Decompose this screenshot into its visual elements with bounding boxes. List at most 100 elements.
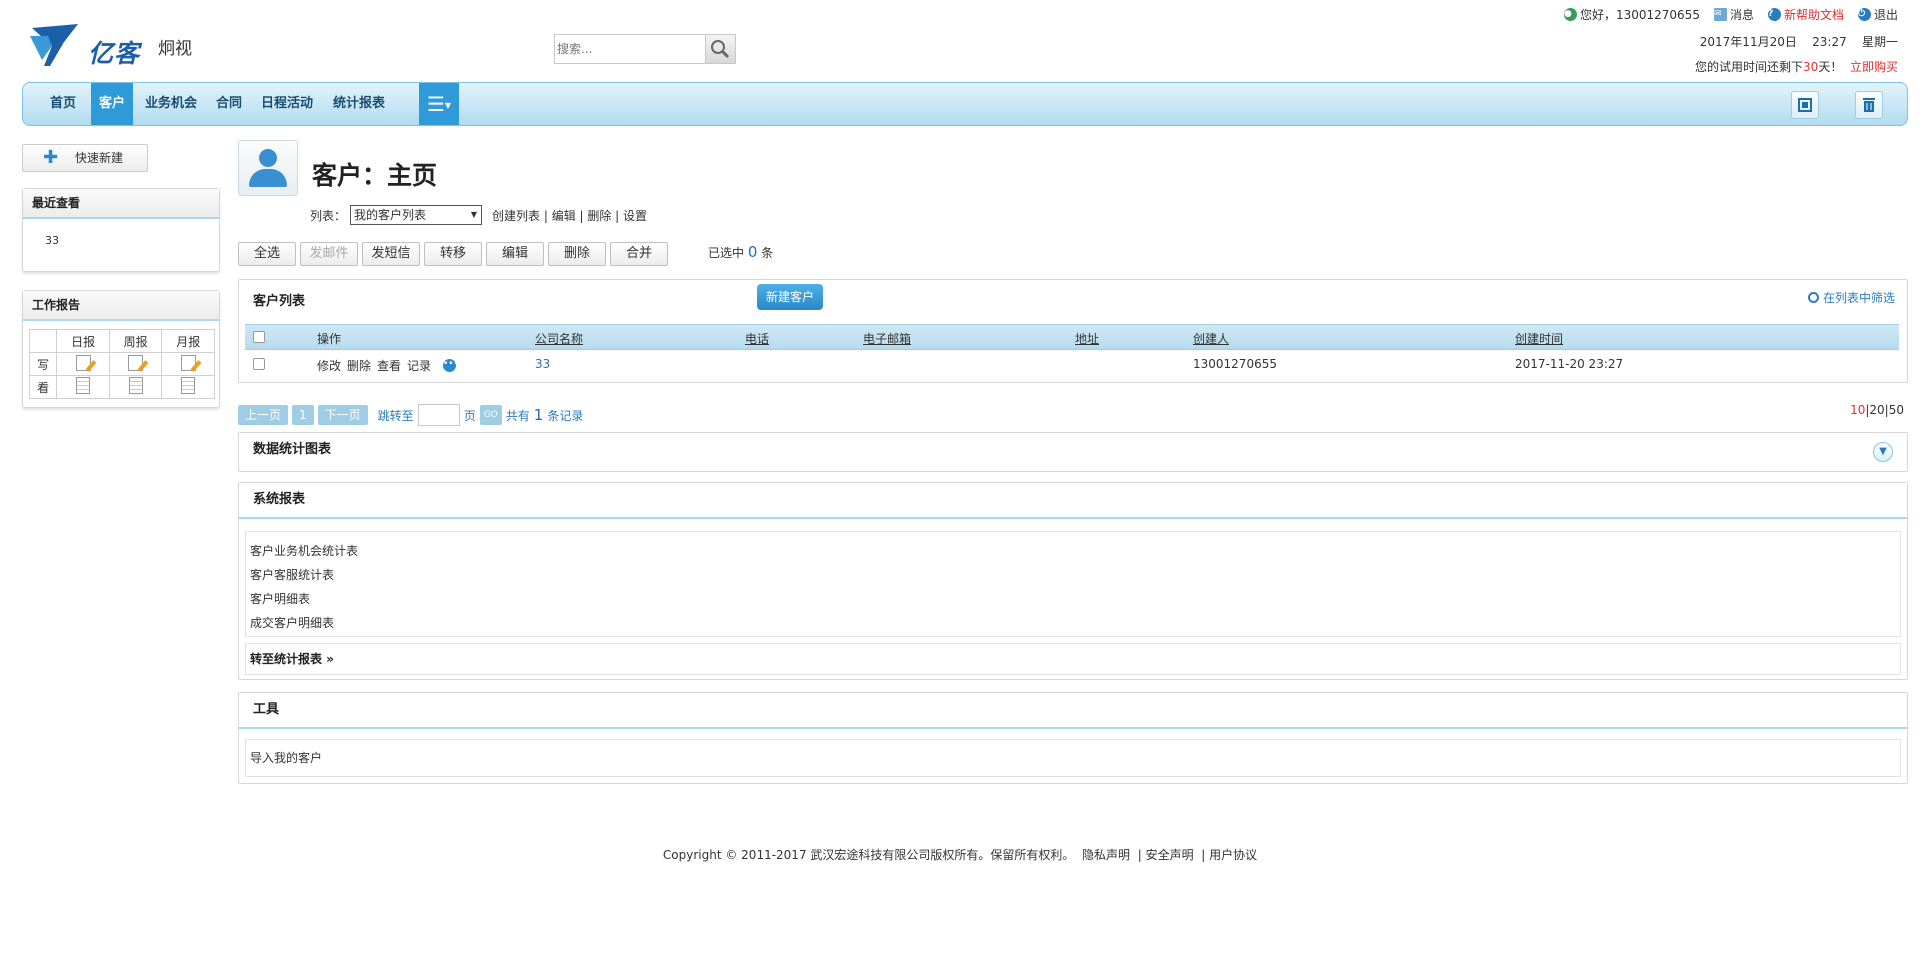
merge-button[interactable]: 合并 xyxy=(610,242,668,266)
date-line: 2017年11月20日 23:27 星期一 xyxy=(1700,33,1898,50)
current-weekday: 星期一 xyxy=(1861,35,1898,49)
write-monthly-button[interactable] xyxy=(161,352,215,376)
privacy-link[interactable]: 隐私声明 xyxy=(1082,848,1130,862)
total-suffix: 条记录 xyxy=(547,408,584,423)
col-creator[interactable]: 创建人 xyxy=(1193,330,1229,347)
expand-chevron-icon[interactable]: ▼ xyxy=(1873,442,1893,462)
help-icon: ? xyxy=(1767,8,1781,21)
recent-item[interactable]: 33 xyxy=(45,234,59,247)
mail-icon: ✉ xyxy=(1713,8,1727,21)
row-edit-link[interactable]: 修改 xyxy=(317,357,341,374)
send-sms-button[interactable]: 发短信 xyxy=(362,242,420,266)
main-nav: 首页 客户 业务机会 合同 日程活动 统计报表 ☰▼ xyxy=(22,82,1908,126)
page-size-20[interactable]: 20 xyxy=(1869,403,1884,417)
action-bar: 全选 发邮件 发短信 转移 编辑 删除 合并 xyxy=(238,242,668,266)
import-customers-link[interactable]: 导入我的客户 xyxy=(245,739,1901,777)
user-icon: ● xyxy=(1563,8,1577,21)
power-icon: ⏻ xyxy=(1857,8,1871,21)
row-checkbox[interactable] xyxy=(253,358,265,370)
trial-days: 30 xyxy=(1803,60,1819,74)
messages-link[interactable]: ✉ 消息 xyxy=(1713,6,1754,23)
page-size-10[interactable]: 10 xyxy=(1850,403,1865,417)
view-daily-button[interactable] xyxy=(56,375,110,399)
table-row: 修改 删除 查看 记录 ••• 33 13001270655 2017-11-2… xyxy=(245,352,1899,378)
report-link[interactable]: 客户客服统计表 xyxy=(250,566,334,583)
avatar-body xyxy=(249,169,287,187)
search-icon xyxy=(711,40,730,59)
tools-section: 工具 导入我的客户 xyxy=(238,692,1908,784)
logout-link[interactable]: ⏻ 退出 xyxy=(1857,6,1898,23)
list-links[interactable]: 创建列表 | 编辑 | 删除 | 设置 xyxy=(492,207,647,224)
row-view-link[interactable]: 查看 xyxy=(377,357,401,374)
total-count: 1 xyxy=(533,406,544,424)
report-link[interactable]: 成交客户明细表 xyxy=(250,614,334,631)
trash-button[interactable] xyxy=(1855,91,1883,119)
selected-prefix: 已选中 xyxy=(708,246,745,260)
prev-page-button[interactable]: 上一页 xyxy=(238,405,289,425)
agreement-link[interactable]: 用户协议 xyxy=(1209,848,1257,862)
write-daily-button[interactable] xyxy=(56,352,110,376)
document-icon xyxy=(128,377,143,394)
col-phone[interactable]: 电话 xyxy=(745,330,769,347)
logo[interactable]: 亿客 xyxy=(28,22,148,70)
nav-customers[interactable]: 客户 xyxy=(91,83,133,125)
work-report-title: 工作报告 xyxy=(23,291,219,321)
nav-reports[interactable]: 统计报表 xyxy=(325,83,393,125)
nav-opportunities[interactable]: 业务机会 xyxy=(137,83,205,125)
buy-now-link[interactable]: 立即购买 xyxy=(1850,60,1898,74)
report-link[interactable]: 客户业务机会统计表 xyxy=(250,542,358,559)
edit-button[interactable]: 编辑 xyxy=(486,242,544,266)
col-company[interactable]: 公司名称 xyxy=(535,330,583,347)
top-info-bar: ● 您好，13001270655 ✉ 消息 ? 新帮助文档 ⏻ 退出 xyxy=(1563,6,1898,23)
nav-home[interactable]: 首页 xyxy=(41,83,85,125)
nav-contracts[interactable]: 合同 xyxy=(209,83,249,125)
security-link[interactable]: 安全声明 xyxy=(1146,848,1194,862)
row-delete-link[interactable]: 删除 xyxy=(347,357,371,374)
current-time: 23:27 xyxy=(1812,35,1847,49)
work-report-table: 日报 周报 月报 写 看 xyxy=(28,329,215,399)
go-button[interactable]: GO xyxy=(479,405,502,425)
more-icon[interactable]: ••• xyxy=(443,359,459,372)
select-all-checkbox[interactable] xyxy=(253,331,265,343)
search-button[interactable] xyxy=(705,35,735,63)
list-select[interactable]: 我的客户列表 xyxy=(350,205,483,225)
report-col-weekly: 周报 xyxy=(108,329,163,353)
write-weekly-button[interactable] xyxy=(108,352,163,376)
delete-button[interactable]: 删除 xyxy=(548,242,606,266)
filter-in-list-link[interactable]: 在列表中筛选 xyxy=(1807,289,1895,306)
col-email[interactable]: 电子邮箱 xyxy=(863,330,911,347)
tools-title: 工具 xyxy=(239,693,1907,729)
quick-new-button[interactable]: ✚ 快速新建 xyxy=(22,144,148,172)
row-record-link[interactable]: 记录 xyxy=(407,357,431,374)
view-monthly-button[interactable] xyxy=(161,375,215,399)
trial-prefix: 您的试用时间还剩下 xyxy=(1695,60,1804,74)
report-col-daily: 日报 xyxy=(56,329,110,353)
nav-schedule[interactable]: 日程活动 xyxy=(253,83,321,125)
new-customer-button[interactable]: 新建客户 xyxy=(757,284,823,310)
nav-more-button[interactable]: ☰▼ xyxy=(419,83,459,125)
page-jump-input[interactable] xyxy=(417,404,460,426)
goto-reports-link[interactable]: 转至统计报表 » xyxy=(245,643,1901,675)
select-all-button[interactable]: 全选 xyxy=(238,242,296,266)
col-created-time[interactable]: 创建时间 xyxy=(1515,330,1563,347)
next-page-button[interactable]: 下一页 xyxy=(317,405,368,425)
page-size-50[interactable]: 50 xyxy=(1889,403,1904,417)
row-company[interactable]: 33 xyxy=(535,357,550,371)
report-corner xyxy=(28,329,58,353)
list-label: 列表： xyxy=(310,208,347,223)
document-icon xyxy=(181,377,196,394)
search-input[interactable] xyxy=(557,39,697,59)
chart-section-title[interactable]: 数据统计图表 xyxy=(239,433,1907,469)
copyright: Copyright © 2011-2017 武汉宏途科技有限公司版权所有。保留所… xyxy=(662,848,1075,862)
filter-label: 在列表中筛选 xyxy=(1822,291,1895,305)
help-link[interactable]: ? 新帮助文档 xyxy=(1767,6,1844,23)
transfer-button[interactable]: 转移 xyxy=(424,242,482,266)
view-weekly-button[interactable] xyxy=(108,375,163,399)
fullscreen-button[interactable] xyxy=(1791,91,1819,119)
report-row-write: 写 xyxy=(28,352,58,376)
work-report-panel: 工作报告 日报 周报 月报 写 看 xyxy=(22,290,220,408)
col-address[interactable]: 地址 xyxy=(1075,330,1099,347)
send-email-button[interactable]: 发邮件 xyxy=(300,242,358,266)
report-link[interactable]: 客户明细表 xyxy=(250,590,310,607)
page-number-button[interactable]: 1 xyxy=(292,405,314,425)
